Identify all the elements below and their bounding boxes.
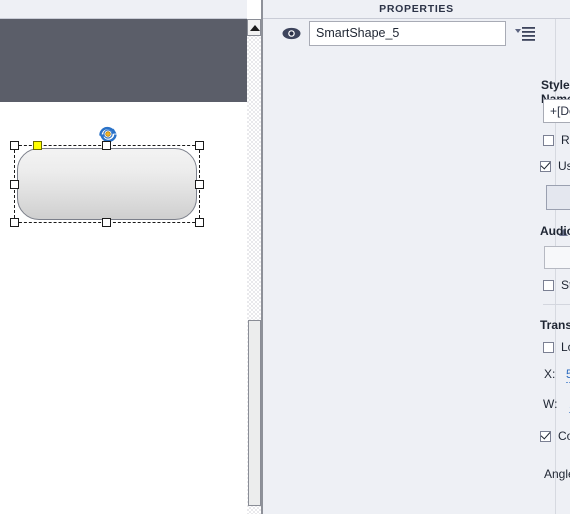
lock-size-position-checkbox[interactable]: Lock Size and Position — [543, 340, 570, 354]
transform-section-header: Transform — [540, 318, 570, 332]
replace-modified-styles-checkbox[interactable]: Replace modified styles — [543, 133, 570, 147]
checkbox-box[interactable] — [543, 279, 554, 291]
object-name-row — [281, 20, 549, 46]
eye-icon[interactable] — [281, 23, 301, 43]
style-name-value: +[Default Smart Shape Style] — [550, 104, 570, 118]
corner-radius-adjust-handle[interactable] — [33, 141, 42, 150]
resize-handle-middle-right[interactable] — [195, 180, 204, 189]
checkbox-box[interactable] — [540, 160, 551, 172]
resize-handle-bottom-center[interactable] — [102, 218, 111, 227]
resize-handle-top-left[interactable] — [10, 141, 19, 150]
properties-panel: PROPERTIES SmartShape_5 Style +[D R Us A… — [263, 0, 570, 514]
stage-dark-region — [0, 19, 247, 102]
properties-panel-header: PROPERTIES — [263, 0, 570, 19]
page-title: PROPERTIES — [379, 3, 454, 15]
section-divider — [543, 304, 570, 305]
x-value[interactable]: 553 — [566, 367, 570, 383]
stage-top-strip — [0, 0, 247, 19]
constrain-proportions-checkbox[interactable]: Constrain proportions — [540, 429, 570, 443]
w-label: W: — [543, 397, 558, 411]
scrollbar-thumb[interactable] — [248, 320, 261, 506]
stage-vertical-scrollbar[interactable] — [247, 0, 261, 514]
add-audio-button[interactable]: Add Audio... — [544, 246, 570, 269]
cp-properties-window: PROPERTIES SmartShape_5 Style +[D R Us A… — [0, 0, 570, 514]
resize-handle-top-center[interactable] — [102, 141, 111, 150]
lock-size-position-label: Lock Size and Position — [561, 340, 570, 354]
panel-menu-icon[interactable] — [514, 25, 536, 41]
options-tab-strip: Style Actions Options — [546, 185, 570, 210]
selection-bounding-box — [14, 145, 200, 223]
use-as-button-checkbox[interactable]: Use as Button — [540, 159, 570, 173]
resize-handle-top-right[interactable] — [195, 141, 204, 150]
replace-modified-styles-label: Replace modified styles — [561, 133, 570, 147]
style-name-dropdown[interactable]: +[Default Smart Shape Style] — [543, 99, 570, 123]
resize-handle-middle-left[interactable] — [10, 180, 19, 189]
angle-label: Angle: — [544, 467, 570, 481]
object-name-input[interactable] — [309, 20, 506, 46]
audio-section-header: Audio — [540, 224, 570, 238]
resize-handle-bottom-left[interactable] — [10, 218, 19, 227]
scroll-up-arrow-icon[interactable] — [247, 19, 261, 36]
selected-shape-group[interactable] — [10, 141, 204, 227]
checkbox-box[interactable] — [543, 134, 554, 146]
stop-slide-audio-label: Stop Slide Audio — [561, 278, 570, 292]
resize-handle-bottom-right[interactable] — [195, 218, 204, 227]
checkbox-box[interactable] — [543, 341, 554, 353]
checkbox-box[interactable] — [540, 430, 551, 442]
constrain-proportions-label: Constrain proportions — [558, 429, 570, 443]
tab-style[interactable]: Style — [547, 186, 570, 209]
stage-canvas-area[interactable] — [0, 0, 247, 514]
stop-slide-audio-checkbox[interactable]: Stop Slide Audio — [543, 278, 570, 292]
x-label: X: — [544, 367, 556, 381]
use-as-button-label: Use as Button — [558, 159, 570, 173]
